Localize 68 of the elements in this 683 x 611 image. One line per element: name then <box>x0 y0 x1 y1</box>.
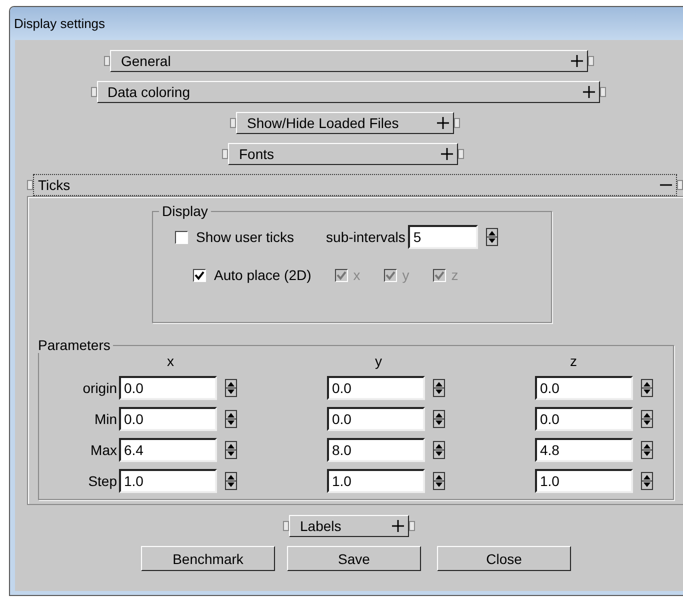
group-title: Parameters <box>37 337 112 353</box>
value-field[interactable]: 1.0 <box>119 469 217 493</box>
spinner-icon[interactable] <box>641 410 653 428</box>
field-label: sub-intervals <box>326 229 406 245</box>
checkbox[interactable] <box>175 230 188 244</box>
value-field[interactable]: 0.0 <box>327 376 425 400</box>
spinner-icon[interactable] <box>225 410 237 428</box>
plus-icon <box>582 86 594 98</box>
handle-icon <box>409 521 415 531</box>
value-field[interactable]: 0.0 <box>119 376 217 400</box>
handle-icon <box>230 118 236 128</box>
section-header[interactable]: Ticks <box>32 174 678 196</box>
checkbox[interactable] <box>193 268 206 282</box>
plus-icon <box>571 55 583 67</box>
spinner-icon[interactable] <box>641 472 653 490</box>
spinner-icon[interactable] <box>225 441 237 459</box>
dialog-button[interactable]: Benchmark <box>141 546 275 571</box>
plus-icon <box>437 117 449 129</box>
handle-icon <box>222 149 228 159</box>
section-header[interactable]: Data coloring <box>96 81 600 103</box>
column-header: y <box>374 353 383 369</box>
handle-icon <box>454 118 460 128</box>
column-header: z <box>569 353 578 369</box>
handle-icon <box>283 521 289 531</box>
section-header[interactable]: General <box>110 50 588 72</box>
value-field[interactable]: 4.8 <box>535 438 633 462</box>
value-field[interactable]: 8.0 <box>327 438 425 462</box>
section-header[interactable]: Fonts <box>228 143 458 165</box>
row-label: Step <box>87 473 118 489</box>
value-field[interactable]: 0.0 <box>535 407 633 431</box>
handle-icon <box>588 56 594 66</box>
spinner-icon[interactable] <box>433 410 445 428</box>
spinner-icon[interactable] <box>641 441 653 459</box>
sub-intervals-field[interactable]: 5 <box>408 225 478 249</box>
group-title: Display <box>161 203 209 219</box>
checkbox-label: z <box>451 267 458 283</box>
checkbox-label: y <box>402 267 410 283</box>
spinner-icon[interactable] <box>225 379 237 397</box>
section-header[interactable]: Labels <box>289 515 409 537</box>
spinner-icon[interactable] <box>433 441 445 459</box>
handle-icon <box>677 180 683 190</box>
spinner-icon[interactable] <box>433 472 445 490</box>
value-field[interactable]: 0.0 <box>535 376 633 400</box>
spinner-icon[interactable] <box>433 379 445 397</box>
dialog-button[interactable]: Close <box>437 546 571 571</box>
row-label: origin <box>82 380 118 396</box>
spinner-icon[interactable] <box>225 472 237 490</box>
handle-icon <box>458 149 464 159</box>
dialog-button[interactable]: Save <box>287 546 421 571</box>
value-field[interactable]: 6.4 <box>119 438 217 462</box>
value-field[interactable]: 0.0 <box>327 407 425 431</box>
handle-icon <box>104 56 110 66</box>
column-header: x <box>166 353 175 369</box>
section-header[interactable]: Show/Hide Loaded Files <box>236 112 454 134</box>
handle-icon <box>90 87 96 97</box>
handle-icon <box>27 180 33 190</box>
value-field[interactable]: 0.0 <box>119 407 217 431</box>
checkbox-label: x <box>353 267 360 283</box>
plus-icon <box>441 148 453 160</box>
row-label: Max <box>90 442 118 458</box>
spinner-icon[interactable] <box>641 379 653 397</box>
plus-icon <box>392 520 404 532</box>
row-label: Min <box>93 411 118 427</box>
spinner-icon[interactable] <box>486 228 498 246</box>
value-field[interactable]: 1.0 <box>327 469 425 493</box>
checkbox-label: Auto place (2D) <box>214 267 312 283</box>
checkbox-label: Show user ticks <box>196 229 294 245</box>
value-field[interactable]: 1.0 <box>535 469 633 493</box>
